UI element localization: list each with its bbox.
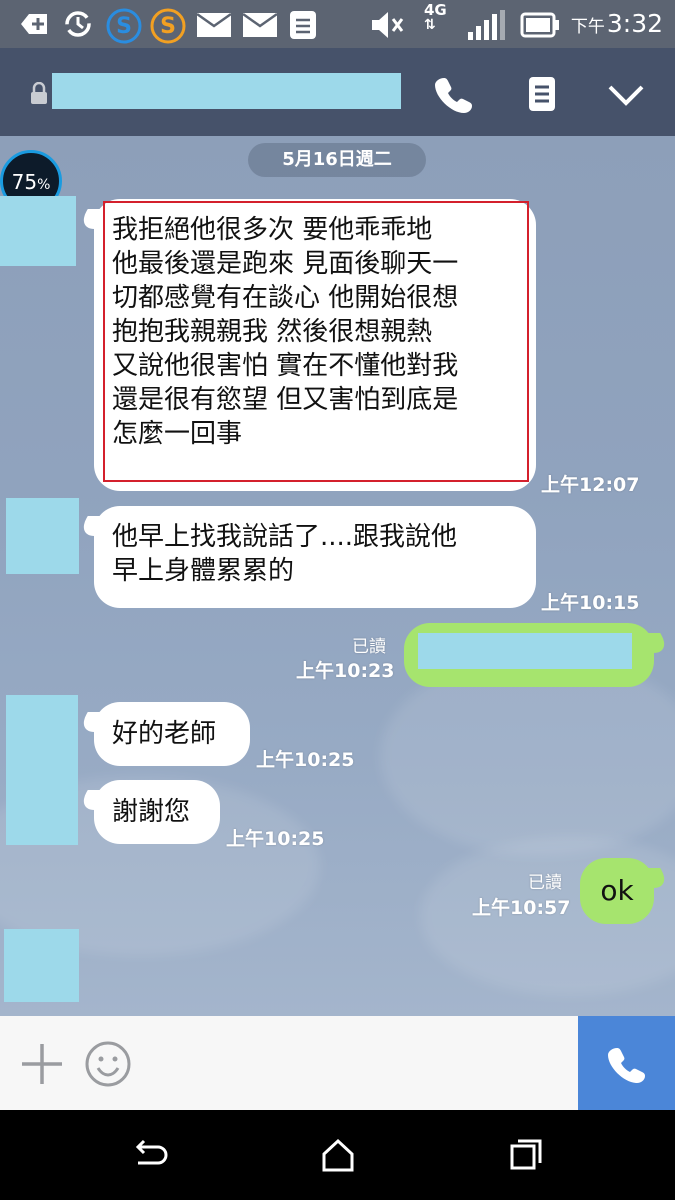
avatar[interactable] (6, 695, 78, 845)
message-line: 他早上找我說話了....跟我說他 (112, 522, 458, 552)
avatar[interactable] (6, 498, 79, 574)
avatar[interactable] (0, 196, 76, 266)
message-time: 上午10:23 (296, 660, 395, 682)
message-text-redacted (418, 633, 632, 669)
mail-icon (196, 12, 232, 37)
4g-icon: 4G ⇅ (424, 1, 447, 33)
phone-icon (608, 1048, 645, 1083)
call-button[interactable] (578, 1016, 675, 1110)
status-time-value: 3:32 (606, 9, 663, 38)
mail-icon (242, 12, 278, 37)
signal-icon (468, 10, 505, 40)
status-time: 下午3:32 (571, 9, 663, 38)
battery-widget-unit: % (37, 177, 51, 193)
svg-text:S: S (116, 14, 132, 39)
message-time: 上午10:25 (226, 828, 325, 850)
lock-icon (31, 82, 47, 104)
message-bubble[interactable]: 好的老師 (76, 702, 250, 766)
message-time: 上午10:25 (256, 749, 355, 771)
emoji-icon[interactable] (84, 1040, 132, 1088)
s-app-orange-icon: S (150, 8, 186, 44)
message-text: 好的老師 (112, 719, 217, 749)
svg-text:S: S (160, 14, 176, 39)
highlight-box (103, 201, 529, 482)
recents-icon[interactable] (508, 1137, 544, 1173)
message-time: 上午10:57 (472, 897, 571, 919)
battery-widget-value: 75 (11, 170, 38, 194)
back-icon[interactable] (132, 1137, 168, 1173)
plus-icon[interactable] (18, 1040, 66, 1088)
read-receipt: 已讀 (528, 873, 562, 893)
sync-icon (65, 11, 91, 37)
status-time-ampm: 下午 (570, 17, 605, 37)
message-time: 上午12:07 (541, 474, 640, 496)
date-separator: 5月16日週二 (248, 143, 426, 177)
contact-name-redacted (52, 73, 401, 109)
add-box-icon (21, 14, 47, 34)
status-bar: S S 4G ⇅ 下午3:32 (0, 0, 675, 48)
read-receipt: 已讀 (352, 637, 386, 657)
message-line: 早上身體累累的 (112, 556, 295, 586)
mute-icon (372, 12, 404, 38)
message-text: 謝謝您 (112, 797, 191, 827)
phone-icon[interactable] (434, 74, 474, 114)
s-app-blue-icon: S (106, 8, 142, 44)
battery-icon (520, 12, 559, 38)
note-icon (290, 11, 316, 39)
avatar[interactable] (4, 929, 79, 1002)
message-bubble[interactable]: 他早上找我說話了....跟我說他 早上身體累累的 (76, 506, 536, 608)
message-text: ok (600, 874, 634, 907)
chevron-down-icon[interactable] (606, 74, 646, 114)
message-bubble[interactable]: ok (580, 858, 672, 924)
message-bubble[interactable] (404, 623, 672, 687)
menu-icon[interactable] (522, 74, 562, 114)
message-time: 上午10:15 (541, 592, 640, 614)
home-icon[interactable] (320, 1137, 356, 1173)
message-bubble[interactable]: 謝謝您 (76, 780, 220, 844)
